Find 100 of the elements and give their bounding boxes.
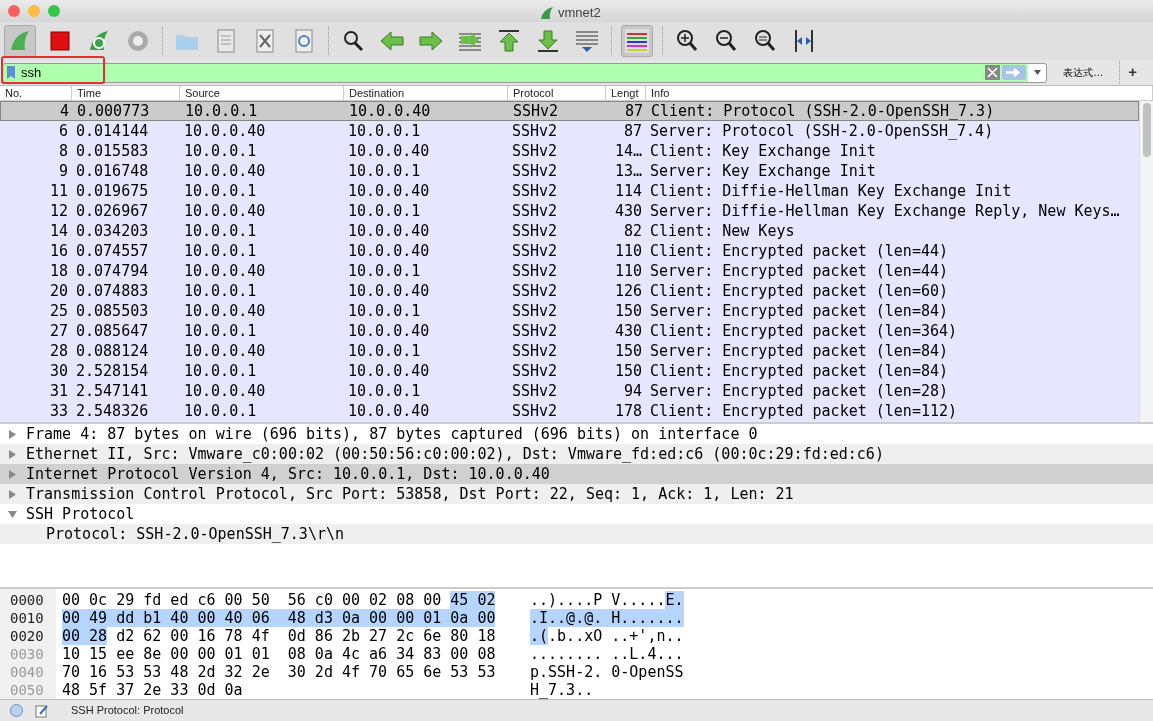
left-arrow-icon[interactable]: [379, 28, 405, 54]
ascii-text: H_7.3..: [530, 681, 594, 699]
table-cell-text: 10.0.0.1: [347, 380, 422, 402]
table-cell-text: Client: Encrypted packet (len=60): [649, 280, 949, 302]
table-cell-text: SSHv2: [511, 120, 559, 142]
table-cell-text: 18: [48, 260, 69, 282]
table-cell-text: 9: [57, 160, 69, 182]
collapse-triangle-icon[interactable]: [8, 509, 17, 519]
detail-item[interactable]: Frame 4: 87 bytes on wire (696 bits), 87 bytes captured (696 bits) on interface 0: [26, 422, 758, 446]
column-header[interactable]: Source: [180, 86, 344, 100]
table-cell-text: 0.000773: [76, 100, 151, 122]
expression-button[interactable]: 表达式…: [1055, 65, 1112, 80]
table-cell-text: SSHv2: [511, 320, 559, 342]
byte-offset: 0020: [10, 628, 44, 644]
byte-offset: 0040: [10, 664, 44, 680]
table-cell-text: 10.0.0.40: [183, 340, 267, 362]
up-arrow-icon[interactable]: [496, 28, 522, 54]
ascii-text: p.SSH-2. 0-OpenSS: [530, 663, 684, 681]
table-cell-text: 14: [48, 220, 69, 242]
ascii-text: .(: [530, 627, 549, 645]
table-cell-text: 178: [613, 400, 643, 422]
zoom-button[interactable]: [48, 5, 60, 17]
expand-triangle-icon[interactable]: [8, 489, 17, 499]
table-cell-text: 33: [48, 400, 69, 422]
table-cell-text: 10.0.0.40: [183, 160, 267, 182]
table-cell-text: 2.528154: [75, 360, 150, 382]
add-filter-button[interactable]: +: [1119, 61, 1145, 84]
zoom-in-icon[interactable]: [674, 28, 700, 54]
table-cell-text: 27: [48, 320, 69, 342]
table-cell-text: SSHv2: [511, 200, 559, 222]
column-header[interactable]: Info: [646, 86, 1153, 100]
right-arrow-icon[interactable]: [418, 28, 444, 54]
table-cell-text: SSHv2: [511, 140, 559, 162]
column-header[interactable]: No.: [0, 86, 72, 100]
table-cell-text: 10.0.0.40: [347, 220, 431, 242]
column-header[interactable]: Time: [72, 86, 180, 100]
table-cell-text: 10.0.0.40: [183, 120, 267, 142]
table-cell-text: 87: [623, 100, 644, 122]
table-cell-text: 16: [48, 240, 69, 262]
table-cell-text: SSHv2: [511, 340, 559, 362]
hex-bytes: 00 28: [62, 627, 108, 645]
table-cell-text: SSHv2: [511, 240, 559, 262]
table-cell-text: 2.547141: [75, 380, 150, 402]
hex-bytes: 48 5f 37 2e 33 0d 0a: [62, 681, 243, 699]
hex-bytes: 70 16 53 53 48 2d 32 2e 30 2d 4f 70 65 6e 53 53: [62, 663, 496, 681]
hex-bytes: 00 0c 29 fd ed c6 00 50 56 c0 00 02 08 00: [62, 591, 443, 609]
close-button[interactable]: [8, 5, 20, 17]
table-cell-text: 10.0.0.1: [347, 160, 422, 182]
table-cell-text: 0.085647: [75, 320, 150, 342]
normal-size-icon[interactable]: [752, 28, 778, 54]
table-cell-text: 10.0.0.1: [347, 300, 422, 322]
column-header[interactable]: Protocol: [508, 86, 606, 100]
edit-note-icon[interactable]: [35, 703, 49, 718]
table-cell-text: 25: [48, 300, 69, 322]
table-cell-text: 10.0.0.40: [347, 360, 431, 382]
table-cell-text: 10.0.0.1: [347, 340, 422, 362]
table-cell-text: 2.548326: [75, 400, 150, 422]
table-cell-text: 10.0.0.40: [183, 300, 267, 322]
display-filter-field[interactable]: ssh: [2, 62, 1048, 83]
hex-bytes: 00 49 dd b1 40 00 40 06 48 d3 0a 00 00 01 0a 00: [62, 609, 496, 627]
table-cell-text: 0.026967: [75, 200, 150, 222]
packet-row[interactable]: 4 0.000773 10.0.0.1 10.0.0.40 SSHv2 87 Client: Protocol (SSH-2.0-OpenSSH_7.3): [0, 101, 1139, 121]
detail-item[interactable]: SSH Protocol: [26, 502, 135, 526]
table-cell-text: 10.0.0.1: [183, 180, 258, 202]
table-cell-text: 126: [613, 280, 643, 302]
ascii-text: ........ ..L.4...: [530, 645, 684, 663]
table-cell-text: SSHv2: [511, 220, 559, 242]
table-cell-text: 10.0.0.1: [347, 120, 422, 142]
table-cell-text: 10.0.0.40: [347, 320, 431, 342]
down-arrow-icon[interactable]: [535, 28, 561, 54]
zoom-out-icon[interactable]: [713, 28, 739, 54]
table-cell-text: Server: Protocol (SSH-2.0-OpenSSH_7.4): [649, 120, 995, 142]
dropdown-icon[interactable]: [1033, 70, 1041, 75]
table-cell-text: 82: [622, 220, 643, 242]
column-header[interactable]: Lengt: [606, 86, 646, 100]
table-cell-text: SSHv2: [511, 300, 559, 322]
colorize-icon[interactable]: [624, 28, 650, 54]
stop-icon[interactable]: [47, 28, 73, 54]
expand-triangle-icon[interactable]: [8, 449, 17, 459]
hex-bytes: d2 62 00 16 78 4f 0d 86 2b 27 2c 6e 80 18: [115, 627, 496, 645]
window-title: vmnet2: [558, 4, 601, 22]
table-cell-text: 10.0.0.1: [347, 260, 422, 282]
ascii-text: ..)....P V.....: [530, 591, 666, 609]
column-header[interactable]: Destination: [344, 86, 508, 100]
table-cell-text: Server: Diffie-Hellman Key Exchange Reply, New Keys…: [649, 200, 1121, 222]
clear-icon[interactable]: [985, 65, 1001, 80]
autoscroll-icon[interactable]: [574, 28, 600, 54]
scrollbar[interactable]: [1139, 101, 1153, 422]
table-cell-text: Client: Protocol (SSH-2.0-OpenSSH_7.3): [650, 100, 996, 122]
table-cell-text: 13…: [613, 160, 643, 182]
table-cell-text: 10.0.0.40: [183, 200, 267, 222]
table-cell-text: SSHv2: [511, 380, 559, 402]
table-cell-text: 10.0.0.1: [183, 400, 258, 422]
table-cell-text: Client: Diffie-Hellman Key Exchange Init: [649, 180, 1013, 202]
table-cell-text: 10.0.0.40: [347, 400, 431, 422]
expand-triangle-icon[interactable]: [8, 469, 17, 479]
ascii-text: .b..xO ..+',n..: [548, 627, 684, 645]
table-cell-text: 10.0.0.40: [183, 380, 267, 402]
bookmark-icon[interactable]: [7, 66, 15, 79]
expand-triangle-icon[interactable]: [8, 429, 17, 439]
